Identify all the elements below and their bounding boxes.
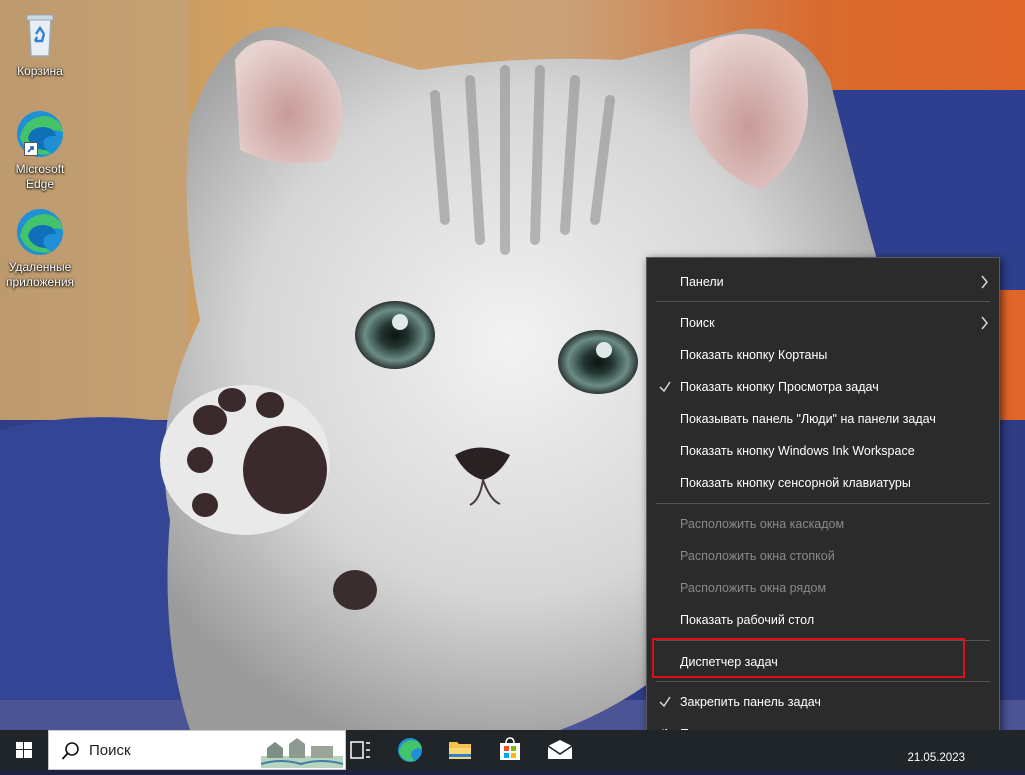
- windows-logo-icon: [16, 742, 32, 758]
- desktop-icon-label: Корзина: [17, 64, 63, 78]
- menu-item-label: Расположить окна стопкой: [680, 549, 835, 563]
- edge-icon: [398, 738, 422, 762]
- taskbar-context-menu: Панели Поиск Показать кнопку Кортаны Пок…: [646, 257, 1000, 758]
- edge-icon: [14, 108, 66, 160]
- menu-item-show-task-view[interactable]: Показать кнопку Просмотра задач: [647, 372, 999, 402]
- task-view-icon: [350, 741, 370, 759]
- chevron-right-icon: [979, 267, 989, 297]
- chevron-right-icon: [979, 308, 989, 338]
- taskbar: Поиск 21.05.2023: [0, 730, 1025, 770]
- file-explorer-icon: [449, 742, 471, 759]
- annotation-highlight-box: [652, 638, 965, 678]
- menu-item-label: Показать кнопку Windows Ink Workspace: [680, 444, 915, 458]
- menu-separator: [656, 681, 990, 682]
- menu-item-stack-windows: Расположить окна стопкой: [647, 541, 999, 571]
- menu-item-label: Расположить окна рядом: [680, 581, 827, 595]
- taskbar-clock-date[interactable]: 21.05.2023: [907, 752, 965, 764]
- recycle-bin-icon: [14, 10, 66, 62]
- menu-item-label: Показать рабочий стол: [680, 613, 815, 627]
- menu-item-cascade-windows: Расположить окна каскадом: [647, 509, 999, 539]
- edge-icon: [14, 206, 66, 258]
- desktop-icon-label: Microsoft Edge: [15, 162, 65, 191]
- shortcut-arrow-icon: [24, 142, 38, 156]
- menu-item-side-by-side-windows: Расположить окна рядом: [647, 573, 999, 603]
- menu-item-search[interactable]: Поиск: [647, 308, 999, 338]
- menu-separator: [656, 503, 990, 504]
- desktop-icon-recycle-bin[interactable]: Корзина: [2, 10, 78, 79]
- desktop-icon-microsoft-edge[interactable]: Microsoft Edge: [2, 108, 78, 192]
- taskbar-edge-button[interactable]: [386, 730, 434, 770]
- desktop-icon-label: Удаленные приложения: [5, 260, 75, 289]
- menu-item-label: Расположить окна каскадом: [680, 517, 845, 531]
- menu-item-label: Панели: [680, 275, 724, 289]
- menu-item-label: Показать кнопку сенсорной клавиатуры: [680, 476, 911, 490]
- taskbar-store-button[interactable]: [486, 730, 534, 770]
- taskbar-search-box[interactable]: Поиск: [48, 730, 346, 770]
- menu-item-label: Показать кнопку Просмотра задач: [680, 380, 879, 394]
- menu-item-show-desktop[interactable]: Показать рабочий стол: [647, 605, 999, 635]
- menu-item-toolbars[interactable]: Панели: [647, 267, 999, 297]
- menu-item-label: Показывать панель "Люди" на панели задач: [680, 412, 936, 426]
- menu-item-show-cortana[interactable]: Показать кнопку Кортаны: [647, 340, 999, 370]
- desktop-icon-remote-apps[interactable]: Удаленные приложения: [2, 206, 78, 290]
- menu-item-show-ink-workspace[interactable]: Показать кнопку Windows Ink Workspace: [647, 436, 999, 466]
- taskbar-mail-button[interactable]: [536, 730, 584, 770]
- menu-item-lock-taskbar[interactable]: Закрепить панель задач: [647, 687, 999, 717]
- checkmark-icon: [658, 372, 672, 402]
- search-scenery-icon: [260, 734, 344, 773]
- menu-item-label: Закрепить панель задач: [680, 695, 821, 709]
- search-icon: [61, 741, 81, 766]
- start-button[interactable]: [0, 730, 48, 770]
- menu-item-show-people[interactable]: Показывать панель "Люди" на панели задач: [647, 404, 999, 434]
- checkmark-icon: [658, 687, 672, 717]
- taskbar-file-explorer-button[interactable]: [436, 730, 484, 770]
- search-placeholder: Поиск: [89, 742, 131, 759]
- store-icon: [500, 737, 520, 760]
- mail-icon: [547, 740, 573, 759]
- menu-separator: [656, 301, 990, 302]
- task-view-button[interactable]: [336, 730, 384, 770]
- menu-item-show-touch-keyboard[interactable]: Показать кнопку сенсорной клавиатуры: [647, 468, 999, 498]
- menu-item-label: Поиск: [680, 316, 715, 330]
- menu-item-label: Показать кнопку Кортаны: [680, 348, 828, 362]
